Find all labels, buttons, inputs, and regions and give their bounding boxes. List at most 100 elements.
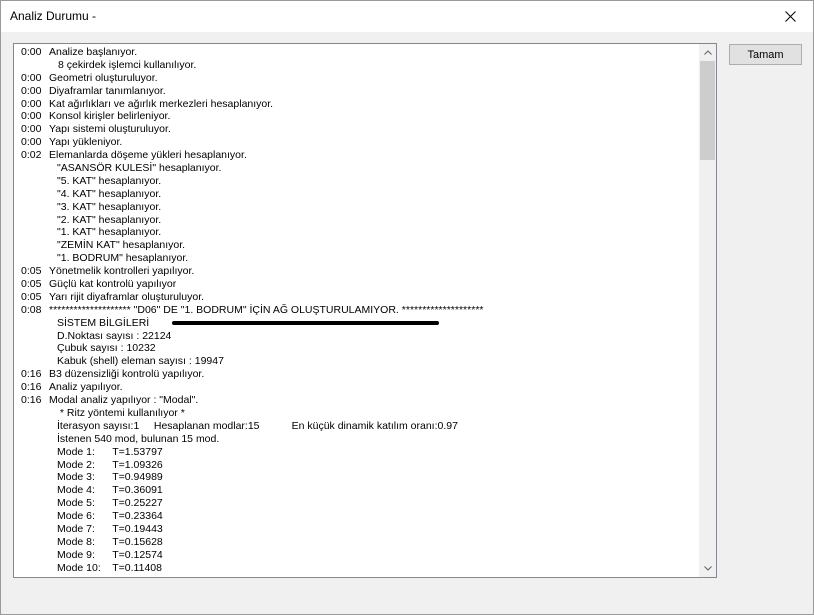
log-message: "5. KAT" hesaplanıyor. [57,174,162,187]
log-timestamp: 0:05 [21,278,42,291]
log-message: Mode 9: T=0.12574 [57,548,163,561]
log-line: 0:00 Kat ağırlıkları ve ağırlık merkezler… [14,98,700,111]
log-line: Mode 2: T=1.09326 [14,459,700,472]
log-line: 0:05 Yönetmelik kontrolleri yapılıyor. [14,265,700,278]
log-timestamp: 0:16 [21,394,42,407]
log-line: Mode 4: T=0.36091 [14,484,700,497]
log-timestamp: 0:00 [21,84,42,97]
log-line: 0:16 Modal analiz yapılıyor : "Modal". [14,394,700,407]
log-line: 0:16 B3 düzensizliği kontrolü yapılıyor. [14,368,700,381]
log-timestamp: 0:00 [21,136,42,149]
log-message: Kat ağırlıkları ve ağırlık merkezleri he… [49,97,274,110]
log-line: 0:00 Yapı sistemi oluşturuluyor. [14,123,700,136]
log-message: D.Noktası sayısı : 22124 [57,329,172,342]
log-message: "3. KAT" hesaplanıyor. [57,200,162,213]
window-title: Analiz Durumu - [10,9,97,23]
log-message: Kabuk (shell) eleman sayısı : 19947 [57,355,224,368]
log-message: Analize başlanıyor. [49,46,138,58]
log-line: "1. KAT" hesaplanıyor. [14,226,700,239]
log-line: Çubuk sayısı : 10232 [14,342,700,355]
log-line: 0:02 Elemanlarda döşeme yükleri hesaplanı… [14,149,700,162]
log-message: "1. BODRUM" hesaplanıyor. [57,252,189,265]
log-timestamp: 0:02 [21,149,42,162]
log-timestamp: 0:00 [21,46,42,58]
close-icon [784,11,796,22]
log-line: D.Noktası sayısı : 22124 [14,330,700,343]
vertical-scrollbar[interactable] [699,44,716,577]
log-line: * Ritz yöntemi kullanılıyor * [14,407,700,420]
log-message: Güçlü kat kontrolü yapılıyor [49,278,177,291]
log-message: Mode 3: T=0.94989 [57,471,163,484]
log-message: İstenen 540 mod, bulunan 15 mod. [57,432,220,445]
log-timestamp: 0:00 [21,71,42,84]
log-line: "ASANSÖR KULESİ" hesaplanıyor. [14,162,700,175]
log-message: ******************** "D06" DE "1. BODRUM… [49,303,484,316]
log-timestamp: 0:16 [21,368,42,381]
log-message: Mode 2: T=1.09326 [57,458,163,471]
log-message: Çubuk sayısı : 10232 [57,342,156,355]
log-message: Yarı rijit diyaframlar oluşturuluyor. [49,290,205,303]
log-message: Mode 1: T=1.53797 [57,445,163,458]
log-timestamp: 0:05 [21,290,42,303]
log-message: Diyaframlar tanımlanıyor. [49,84,166,97]
log-message: SİSTEM BİLGİLERİ [57,316,150,329]
log-message: Mode 4: T=0.36091 [57,484,163,497]
log-message: B3 düzensizliği kontrolü yapılıyor. [49,368,205,381]
log-line: İterasyon sayısı:1 Hesaplanan modlar:15 … [14,420,700,433]
log-content: 0:00 Analize başlanıyor. 8 çekirdek işlemc… [14,46,700,577]
log-line: Mode 9: T=0.12574 [14,549,700,562]
log-line: Mode 3: T=0.94989 [14,471,700,484]
log-message: Mode 8: T=0.15628 [57,535,163,548]
close-button[interactable] [767,1,813,32]
log-line: Mode 6: T=0.23364 [14,510,700,523]
log-message: Konsol kirişler belirleniyor. [49,110,171,123]
chevron-up-icon [703,50,712,55]
log-timestamp: 0:08 [21,303,42,316]
log-message: Mode 5: T=0.25227 [57,497,163,510]
log-message: Modal analiz yapılıyor : "Modal". [49,394,199,407]
analysis-log[interactable]: 0:00 Analize başlanıyor. 8 çekirdek işlemc… [13,43,717,578]
chevron-down-icon [703,566,712,571]
log-line: 0:00 Analize başlanıyor. [14,46,700,59]
scroll-thumb[interactable] [700,61,715,160]
log-message: "1. KAT" hesaplanıyor. [57,226,162,239]
log-timestamp: 0:16 [21,381,42,394]
title-bar[interactable]: Analiz Durumu - [1,1,813,32]
log-line: Mode 5: T=0.25227 [14,497,700,510]
log-timestamp: 0:00 [21,110,42,123]
log-message: "2. KAT" hesaplanıyor. [57,213,162,226]
log-line: "1. BODRUM" hesaplanıyor. [14,252,700,265]
log-line: 0:00 Geometri oluşturuluyor. [14,72,700,85]
log-message: * Ritz yöntemi kullanılıyor * [57,406,185,419]
log-line: "4. KAT" hesaplanıyor. [14,188,700,201]
log-message: Mode 7: T=0.19443 [57,522,163,535]
log-line: Mode 10: T=0.11408 [14,562,700,575]
log-timestamp: 0:00 [21,123,42,136]
log-message: Elemanlarda döşeme yükleri hesaplanıyor. [49,149,247,162]
highlight-underline-annotation [172,321,439,325]
log-line: 0:00 Diyaframlar tanımlanıyor. [14,85,700,98]
scroll-up-button[interactable] [699,44,716,61]
log-line: Kabuk (shell) eleman sayısı : 19947 [14,355,700,368]
log-timestamp: 0:05 [21,265,42,278]
log-line: 0:00 Yapı yükleniyor. [14,136,700,149]
log-line: 0:05 Güçlü kat kontrolü yapılıyor [14,278,700,291]
log-line: Mode 7: T=0.19443 [14,523,700,536]
scroll-down-button[interactable] [699,560,716,577]
log-message: Yönetmelik kontrolleri yapılıyor. [49,265,195,278]
log-message: 8 çekirdek işlemci kullanılıyor. [58,58,197,71]
log-message: Analiz yapılıyor. [49,381,123,394]
log-line: Mode 8: T=0.15628 [14,536,700,549]
log-message: Yapı sistemi oluşturuluyor. [49,123,171,136]
log-line: "5. KAT" hesaplanıyor. [14,175,700,188]
log-line: "2. KAT" hesaplanıyor. [14,214,700,227]
ok-button[interactable]: Tamam [729,44,802,65]
log-line: "ZEMİN KAT" hesaplanıyor. [14,239,700,252]
log-line: 0:16 Analiz yapılıyor. [14,381,700,394]
log-message: Mode 10: T=0.11408 [57,561,162,574]
analysis-status-window: Analiz Durumu - 0:00 Analize başlanıyor. 8… [0,0,814,615]
log-message: Geometri oluşturuluyor. [49,71,158,84]
log-line: 0:05 Yarı rijit diyaframlar oluşturuluyor… [14,291,700,304]
log-message: İterasyon sayısı:1 Hesaplanan modlar:15 … [57,419,458,432]
log-message: "4. KAT" hesaplanıyor. [57,187,162,200]
